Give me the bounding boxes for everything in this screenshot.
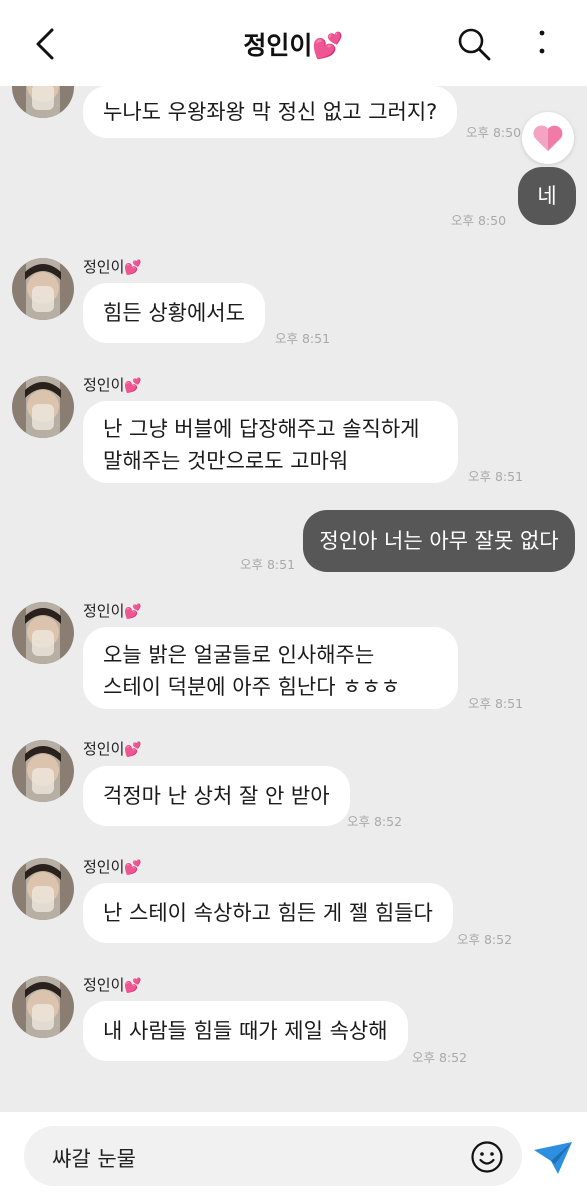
message-bubble[interactable]: 누나도 우왕좌왕 막 정신 없고 그러지? <box>83 86 458 138</box>
message-time: 오후 8:52 <box>412 1050 468 1065</box>
search-icon[interactable] <box>454 24 494 64</box>
message-input-text[interactable]: 쌰갈 눈물 <box>52 1143 136 1173</box>
emoji-icon[interactable] <box>470 1140 504 1174</box>
message-time: 오후 8:51 <box>240 557 296 572</box>
reaction-heart-button[interactable] <box>522 112 574 164</box>
sender-name: 정인이💕 <box>83 858 142 876</box>
message-time: 오후 8:50 <box>466 125 522 140</box>
my-message-bubble[interactable]: 네 <box>518 167 576 225</box>
sender-name: 정인이💕 <box>83 976 142 994</box>
message-list[interactable]: 누나도 우왕좌왕 막 정신 없고 그러지? 오후 8:50 네 오후 8:50 … <box>0 86 587 1112</box>
message-time: 오후 8:50 <box>451 213 507 228</box>
sender-name: 정인이💕 <box>83 740 142 758</box>
message-bubble[interactable]: 난 스테이 속상하고 힘든 게 젤 힘들다 <box>83 883 453 943</box>
avatar[interactable] <box>12 602 74 664</box>
avatar[interactable] <box>12 858 74 920</box>
more-options-icon[interactable] <box>528 26 556 62</box>
message-bubble[interactable]: 걱정마 난 상처 잘 안 받아 <box>83 766 350 826</box>
avatar[interactable] <box>12 740 74 802</box>
message-time: 오후 8:52 <box>347 814 403 829</box>
avatar[interactable] <box>12 976 74 1038</box>
sender-name: 정인이💕 <box>83 258 142 276</box>
sender-name: 정인이💕 <box>83 376 142 394</box>
chat-header: 정인이💕 <box>0 0 587 86</box>
sender-name: 정인이💕 <box>83 602 142 620</box>
avatar[interactable] <box>12 86 74 118</box>
message-time: 오후 8:51 <box>468 469 524 484</box>
message-bubble[interactable]: 힘든 상황에서도 <box>83 283 265 343</box>
send-icon[interactable] <box>532 1140 574 1176</box>
chat-title: 정인이💕 <box>243 31 344 60</box>
avatar[interactable] <box>12 376 74 438</box>
pink-heart-icon <box>533 125 563 151</box>
message-bubble[interactable]: 난 그냥 버블에 답장해주고 솔직하게 말해주는 것만으로도 고마워 <box>83 401 458 483</box>
message-time: 오후 8:51 <box>468 696 524 711</box>
message-time: 오후 8:52 <box>457 932 513 947</box>
message-time: 오후 8:51 <box>275 331 331 346</box>
message-bubble[interactable]: 오늘 밝은 얼굴들로 인사해주는 스테이 덕분에 아주 힘난다 ㅎㅎㅎ <box>83 627 458 709</box>
avatar[interactable] <box>12 258 74 320</box>
my-message-bubble[interactable]: 정인아 너는 아무 잘못 없다 <box>303 510 575 572</box>
message-bubble[interactable]: 내 사람들 힘들 때가 제일 속상해 <box>83 1001 408 1061</box>
message-input-bar: 쌰갈 눈물 <box>0 1112 587 1200</box>
